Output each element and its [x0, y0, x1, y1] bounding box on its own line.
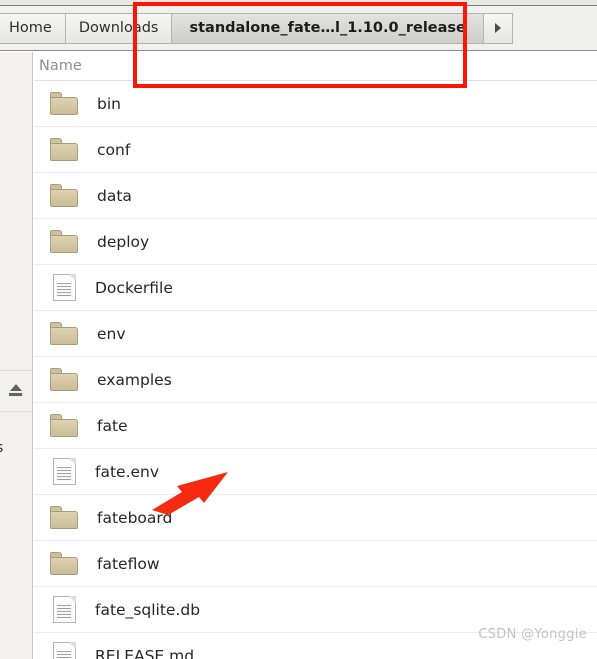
- breadcrumb-current-label: standalone_fate…l_1.10.0_release: [189, 20, 466, 36]
- file-list-panel: Name bin conf data deploy Dockerfile env examp…: [34, 52, 597, 659]
- file-row[interactable]: conf: [34, 127, 597, 173]
- document-icon: [53, 458, 76, 485]
- breadcrumb-downloads-label: Downloads: [78, 20, 159, 36]
- document-icon: [53, 596, 76, 623]
- file-row-label: fate.env: [95, 462, 160, 481]
- file-row-label: fate_sqlite.db: [95, 600, 201, 619]
- file-row-label: bin: [97, 94, 121, 113]
- breadcrumb-next-button[interactable]: [483, 12, 513, 44]
- file-row[interactable]: examples: [34, 357, 597, 403]
- file-row[interactable]: fateflow: [34, 541, 597, 587]
- sidebar-panel: s: [0, 52, 33, 659]
- column-header-name[interactable]: Name: [34, 52, 597, 81]
- file-row-label: env: [97, 324, 126, 343]
- file-row-label: fateflow: [97, 554, 160, 573]
- folder-icon: [50, 414, 78, 437]
- sidebar-item-clipped-label: s: [0, 440, 3, 456]
- breadcrumb-home[interactable]: Home: [0, 12, 66, 44]
- file-row-label: Dockerfile: [95, 278, 173, 297]
- file-row-label: data: [97, 186, 132, 205]
- folder-icon: [50, 92, 78, 115]
- breadcrumb-downloads[interactable]: Downloads: [65, 12, 173, 44]
- file-row-label: RELEASE.md: [95, 646, 195, 659]
- column-header-name-label: Name: [39, 58, 82, 74]
- file-row-label: fate: [97, 416, 128, 435]
- breadcrumb-pathbar: Home Downloads standalone_fate…l_1.10.0_…: [0, 6, 597, 51]
- sidebar-item-clipped[interactable]: s: [0, 427, 32, 469]
- breadcrumb-standalone-fate-release[interactable]: standalone_fate…l_1.10.0_release: [172, 12, 484, 44]
- file-row[interactable]: fate_sqlite.db: [34, 587, 597, 633]
- file-row-label: deploy: [97, 232, 150, 251]
- folder-icon: [50, 184, 78, 207]
- file-row[interactable]: data: [34, 173, 597, 219]
- folder-icon: [50, 322, 78, 345]
- folder-icon: [50, 368, 78, 391]
- file-row[interactable]: RELEASE.md: [34, 633, 597, 659]
- file-row[interactable]: Dockerfile: [34, 265, 597, 311]
- folder-icon: [50, 230, 78, 253]
- breadcrumb-home-label: Home: [9, 20, 52, 36]
- file-row-label: conf: [97, 140, 131, 159]
- folder-icon: [50, 506, 78, 529]
- file-row[interactable]: fateboard: [34, 495, 597, 541]
- document-icon: [53, 642, 76, 659]
- eject-icon[interactable]: [8, 384, 24, 398]
- file-row[interactable]: env: [34, 311, 597, 357]
- document-icon: [53, 274, 76, 301]
- file-row[interactable]: deploy: [34, 219, 597, 265]
- file-rows-container: bin conf data deploy Dockerfile env examples fa…: [34, 81, 597, 659]
- folder-icon: [50, 138, 78, 161]
- file-row-label: examples: [97, 370, 172, 389]
- file-row[interactable]: fate: [34, 403, 597, 449]
- folder-icon: [50, 552, 78, 575]
- chevron-right-icon: [494, 23, 501, 33]
- file-row[interactable]: fate.env: [34, 449, 597, 495]
- file-row-label: fateboard: [97, 508, 173, 527]
- file-row[interactable]: bin: [34, 81, 597, 127]
- sidebar-eject-device[interactable]: [0, 370, 32, 412]
